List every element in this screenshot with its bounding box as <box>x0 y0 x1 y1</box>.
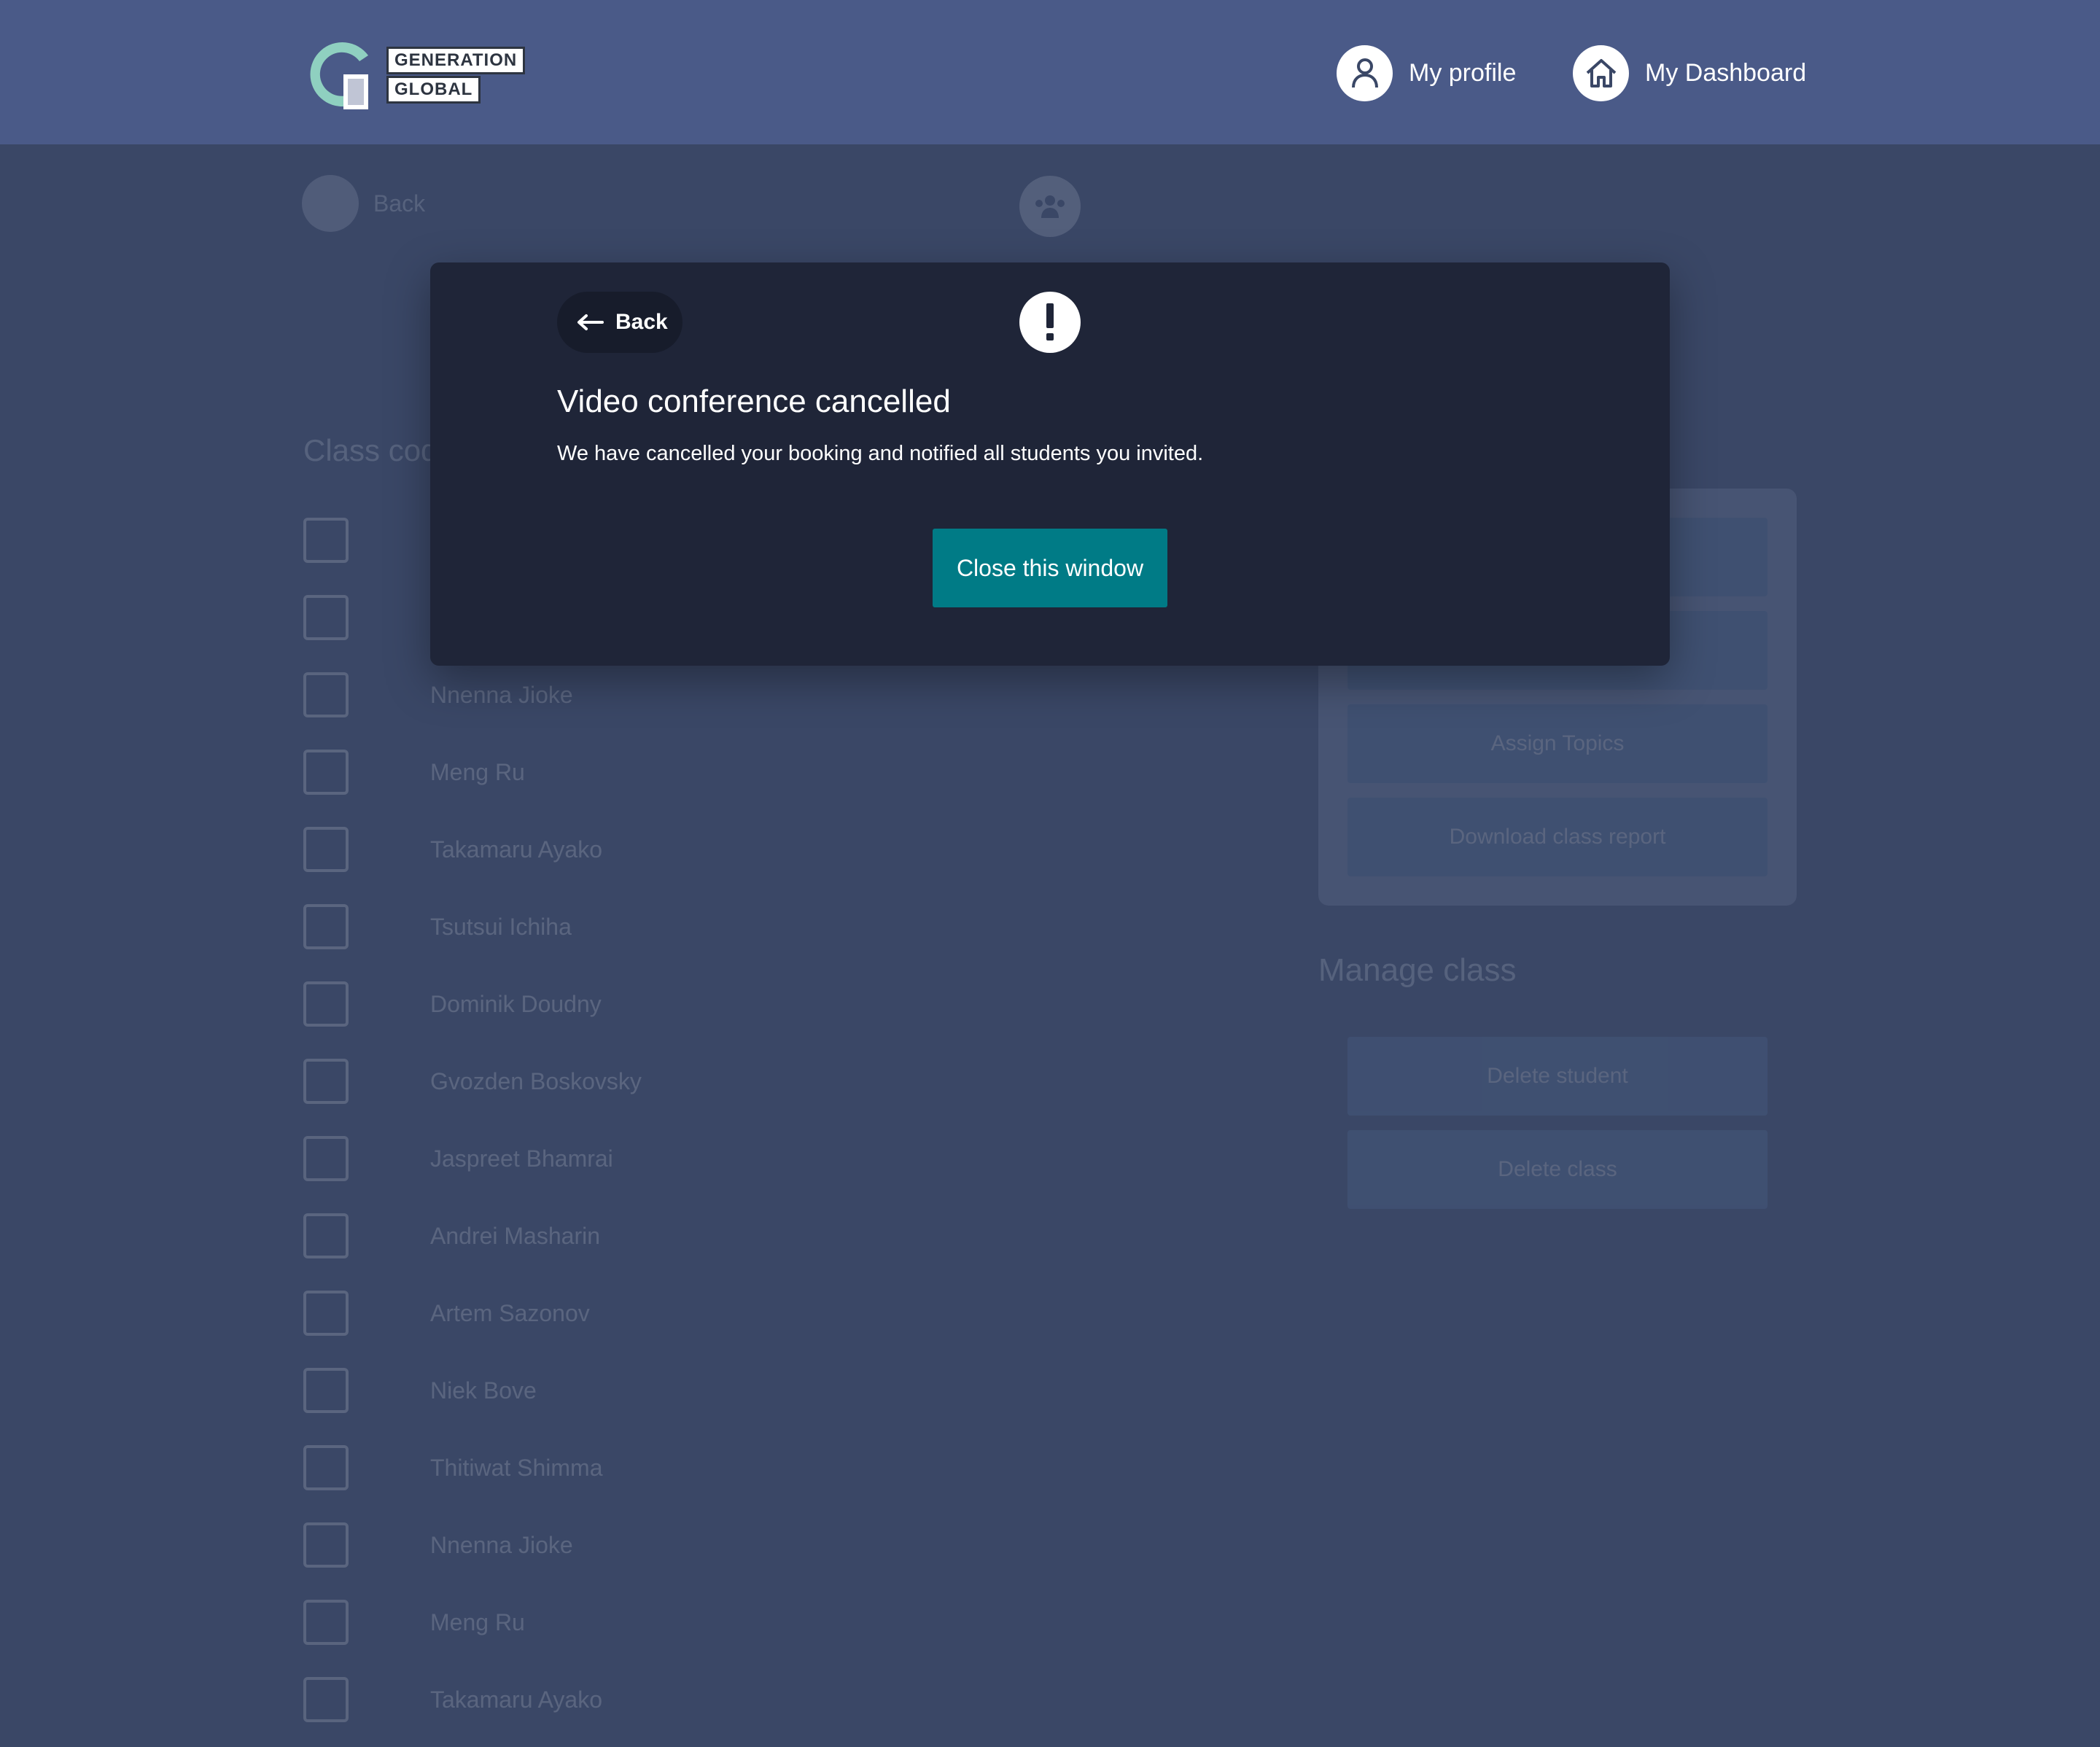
student-checkbox <box>303 1368 349 1413</box>
dialog-title: Video conference cancelled <box>557 384 951 419</box>
student-checkbox <box>303 1136 349 1181</box>
delete-student-button: Delete student <box>1348 1037 1768 1116</box>
student-row: Dominik Doudny <box>303 965 1032 1043</box>
student-checkbox <box>303 1677 349 1722</box>
student-row: Tsutsui Ichiha <box>303 888 1032 965</box>
home-icon <box>1573 44 1629 101</box>
dialog-back-label: Back <box>615 310 668 334</box>
student-row: Artem Sazonov <box>303 1275 1032 1352</box>
assign-topics-button: Assign Topics <box>1348 704 1768 783</box>
student-checkbox <box>303 904 349 949</box>
logo-text-generation: GENERATION <box>386 47 526 74</box>
logo-text-global: GLOBAL <box>386 76 481 104</box>
manage-class-heading: Manage class <box>1318 952 1517 988</box>
student-name: Meng Ru <box>430 1608 525 1635</box>
student-row: Meng Ru <box>303 734 1032 811</box>
student-name: Gvozden Boskovsky <box>430 1067 642 1094</box>
student-name: Takamaru Ayako <box>430 1686 602 1713</box>
student-row: Takamaru Ayako <box>303 1661 1032 1738</box>
top-header: GENERATION GLOBAL My profile My Dashboar… <box>0 0 2100 144</box>
dialog-message: We have cancelled your booking and notif… <box>557 442 1204 465</box>
download-class-report-button: Download class report <box>1348 798 1768 876</box>
student-name: Dominik Doudny <box>430 990 602 1017</box>
student-checkbox <box>303 1600 349 1645</box>
student-checkbox <box>303 595 349 640</box>
student-row: Nnenna Jioke <box>303 1506 1032 1584</box>
student-checkbox <box>303 1445 349 1490</box>
student-checkbox <box>303 1291 349 1336</box>
student-row: Andrei Masharin <box>303 1197 1032 1275</box>
arrow-left-icon <box>578 314 604 330</box>
student-checkbox <box>303 1522 349 1568</box>
user-icon <box>1337 44 1393 101</box>
dialog-back-button[interactable]: Back <box>557 292 682 353</box>
student-row: Gvozden Boskovsky <box>303 1043 1032 1120</box>
student-name: Nnenna Jioke <box>430 681 573 708</box>
my-dashboard-label: My Dashboard <box>1645 58 1807 87</box>
student-checkbox <box>303 750 349 795</box>
logo-wordmark: GENERATION GLOBAL <box>386 47 526 104</box>
student-name: Jaspreet Bhamrai <box>430 1145 613 1172</box>
my-profile-link[interactable]: My profile <box>1337 44 1516 102</box>
student-checkbox <box>303 981 349 1027</box>
student-name: Meng Ru <box>430 758 525 785</box>
student-row: Meng Ru <box>303 1584 1032 1661</box>
student-name: Artem Sazonov <box>430 1299 590 1326</box>
student-row: Jaspreet Bhamrai <box>303 1120 1032 1197</box>
student-name: Niek Bove <box>430 1377 537 1404</box>
my-profile-label: My profile <box>1409 58 1517 87</box>
student-row: Thitiwat Shimma <box>303 1429 1032 1506</box>
background-student-list: Nnenna Jioke Meng Ru Takamaru Ayako Tsut… <box>303 502 1032 1738</box>
student-checkbox <box>303 518 349 563</box>
student-row: Nnenna Jioke <box>303 656 1032 734</box>
background-class-code-label: Class cod <box>303 433 438 467</box>
student-checkbox <box>303 827 349 872</box>
student-checkbox <box>303 672 349 717</box>
background-arrow-left-icon <box>302 175 359 232</box>
student-row: Niek Bove <box>303 1352 1032 1429</box>
student-name: Nnenna Jioke <box>430 1531 573 1558</box>
student-name: Takamaru Ayako <box>430 836 602 863</box>
video-conference-cancelled-dialog: Back Video conference cancelled We have … <box>430 262 1670 666</box>
generation-global-logo[interactable]: GENERATION GLOBAL <box>301 36 527 112</box>
student-row: Takamaru Ayako <box>303 811 1032 888</box>
student-checkbox <box>303 1059 349 1104</box>
student-checkbox <box>303 1213 349 1258</box>
delete-class-button: Delete class <box>1348 1130 1768 1209</box>
student-name: Andrei Masharin <box>430 1222 600 1249</box>
my-dashboard-link[interactable]: My Dashboard <box>1573 44 1806 102</box>
logo-g-icon <box>310 42 368 109</box>
close-window-button[interactable]: Close this window <box>933 529 1167 607</box>
student-name: Thitiwat Shimma <box>430 1454 603 1481</box>
background-back-button: Back <box>302 175 425 232</box>
exclamation-icon <box>1019 292 1081 353</box>
student-name: Tsutsui Ichiha <box>430 913 572 940</box>
app-root: GENERATION GLOBAL My profile My Dashboar… <box>0 0 2100 1747</box>
group-icon <box>1019 176 1081 237</box>
background-back-label: Back <box>373 190 426 217</box>
